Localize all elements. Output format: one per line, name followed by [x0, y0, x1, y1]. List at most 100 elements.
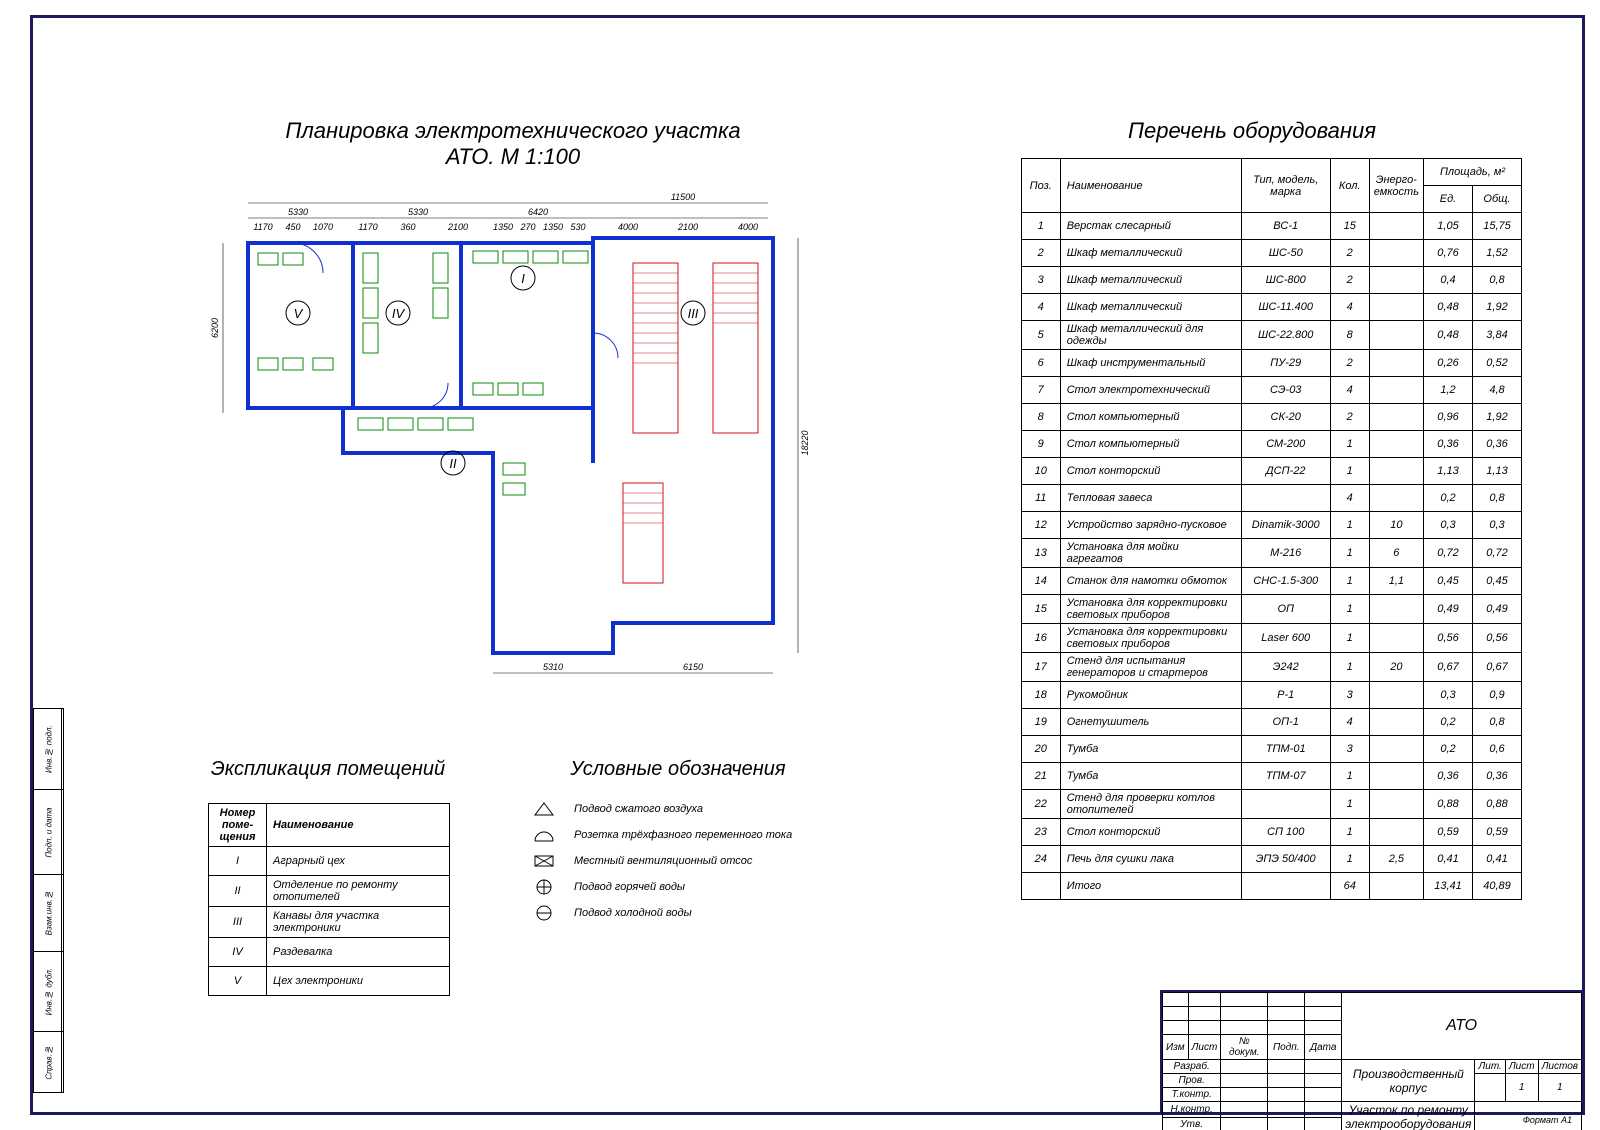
svg-text:V: V	[294, 306, 304, 321]
stamp-building: Производственный корпус	[1342, 1060, 1475, 1102]
col-power: Энерго-емкость	[1369, 159, 1423, 213]
equipment-row: 11Тепловая завеса40,20,8	[1021, 485, 1521, 512]
legend-text: Подвод сжатого воздуха	[574, 803, 703, 815]
legend-text: Подвод холодной воды	[574, 907, 692, 919]
side-cell: Подп. и дата	[34, 790, 64, 875]
equipment-row: 2Шкаф металлическийШС-5020,761,52	[1021, 240, 1521, 267]
room-row: VЦех электроники	[209, 967, 450, 996]
equipment-row: 8Стол компьютерныйСК-2020,961,92	[1021, 404, 1521, 431]
col-model: Тип, модель, марка	[1241, 159, 1330, 213]
crossbox-icon	[528, 852, 560, 870]
legend-text: Розетка трёхфазного переменного тока	[574, 829, 792, 841]
room-row: IIОтделение по ремонту отопителей	[209, 876, 450, 907]
svg-text:4000: 4000	[618, 222, 638, 232]
equipment-row: 23Стол конторскийСП 10010,590,59	[1021, 819, 1521, 846]
equipment-row: 13Установка для мойки агрегатовМ-216160,…	[1021, 539, 1521, 568]
svg-text:II: II	[449, 456, 457, 471]
svg-text:1170: 1170	[253, 222, 272, 232]
svg-text:2100: 2100	[677, 222, 698, 232]
equipment-row: 4Шкаф металлическийШС-11.40040,481,92	[1021, 294, 1521, 321]
svg-text:18220: 18220	[800, 430, 810, 455]
plan-title: Планировка электротехнического участка А…	[263, 118, 763, 170]
svg-text:360: 360	[400, 222, 415, 232]
triangle-icon	[528, 800, 560, 818]
equipment-row: 19ОгнетушительОП-140,20,8	[1021, 709, 1521, 736]
legend-text: Местный вентиляционный отсос	[574, 855, 752, 867]
floor-plan: 5330 5330 6420 11500 1170 450 1070 1170 …	[193, 183, 833, 683]
svg-text:270: 270	[519, 222, 535, 232]
room-row: IIIКанавы для участка электроники	[209, 907, 450, 938]
side-cell: Инв.№ подл.	[34, 709, 64, 790]
legend-row: Подвод холодной воды	[528, 900, 792, 926]
svg-text:11500: 11500	[671, 192, 695, 202]
equipment-total-row: Итого 64 13,41 40,89	[1021, 873, 1521, 900]
svg-text:450: 450	[285, 222, 300, 232]
rooms-table: Номер поме-щения Наименование IАграрный …	[208, 803, 450, 996]
side-cell: Взам.инв.№	[34, 874, 64, 951]
rooms-col-name: Наименование	[267, 804, 450, 847]
legend: Подвод сжатого воздуха Розетка трёхфазног…	[528, 796, 792, 926]
equipment-row: 20ТумбаТПМ-0130,20,6	[1021, 736, 1521, 763]
format-label: Формат А1	[1523, 1115, 1572, 1125]
circlecross-icon	[528, 878, 560, 896]
svg-text:4000: 4000	[738, 222, 758, 232]
room-row: IАграрный цех	[209, 847, 450, 876]
svg-text:IV: IV	[392, 306, 406, 321]
side-cell: Справ.№	[34, 1032, 64, 1093]
col-qty: Кол.	[1330, 159, 1369, 213]
svg-text:530: 530	[570, 222, 585, 232]
svg-text:6200: 6200	[210, 318, 220, 338]
legend-text: Подвод горячей воды	[574, 881, 685, 893]
svg-text:6420: 6420	[528, 207, 548, 217]
equipment-row: 18РукомойникР-130,30,9	[1021, 682, 1521, 709]
side-cell: Инв.№ дубл.	[34, 952, 64, 1032]
col-name: Наименование	[1060, 159, 1241, 213]
equipment-row: 15Установка для корректировки световых п…	[1021, 595, 1521, 624]
stamp-org: АТО	[1342, 993, 1582, 1060]
equipment-row: 10Стол конторскийДСП-2211,131,13	[1021, 458, 1521, 485]
svg-text:1070: 1070	[313, 222, 333, 232]
rooms-col-num: Номер поме-щения	[209, 804, 267, 847]
side-stamp: Инв.№ подл. Подп. и дата Взам.инв.№ Инв.…	[33, 708, 62, 1093]
circleline-icon	[528, 904, 560, 922]
svg-text:5330: 5330	[288, 207, 308, 217]
legend-row: Розетка трёхфазного переменного тока	[528, 822, 792, 848]
svg-text:5330: 5330	[408, 207, 428, 217]
equipment-row: 7Стол электротехническийСЭ-0341,24,8	[1021, 377, 1521, 404]
equipment-row: 1Верстак слесарныйВС-1151,0515,75	[1021, 213, 1521, 240]
legend-row: Подвод сжатого воздуха	[528, 796, 792, 822]
equipment-row: 14Станок для намотки обмотокСНС-1.5-3001…	[1021, 568, 1521, 595]
equipment-row: 22Стенд для проверки котлов отопителей10…	[1021, 790, 1521, 819]
rooms-title: Экспликация помещений	[203, 758, 453, 781]
legend-title: Условные обозначения	[553, 758, 803, 781]
equipment-row: 17Стенд для испытания генераторов и стар…	[1021, 653, 1521, 682]
legend-row: Местный вентиляционный отсос	[528, 848, 792, 874]
svg-text:5310: 5310	[543, 662, 563, 672]
equipment-row: 24Печь для сушки лакаЭПЭ 50/40012,50,410…	[1021, 846, 1521, 873]
equipment-row: 6Шкаф инструментальныйПУ-2920,260,52	[1021, 350, 1521, 377]
svg-text:6150: 6150	[683, 662, 703, 672]
halfcircle-icon	[528, 826, 560, 844]
svg-text:1170: 1170	[358, 222, 377, 232]
room-row: IVРаздевалка	[209, 938, 450, 967]
col-area: Площадь, м²	[1424, 159, 1522, 186]
col-area-unit: Ед.	[1424, 186, 1473, 213]
title-block: АТО Изм Лист № докум. Подп. Дата Разраб.…	[1160, 990, 1582, 1112]
col-area-total: Общ.	[1473, 186, 1522, 213]
svg-text:I: I	[521, 271, 525, 286]
svg-text:1350: 1350	[543, 222, 563, 232]
equipment-row: 16Установка для корректировки световых п…	[1021, 624, 1521, 653]
equipment-row: 12Устройство зарядно-пусковоеDinamik-300…	[1021, 512, 1521, 539]
equipment-row: 3Шкаф металлическийШС-80020,40,8	[1021, 267, 1521, 294]
svg-text:1350: 1350	[493, 222, 513, 232]
drawing-frame: Инв.№ подл. Подп. и дата Взам.инв.№ Инв.…	[30, 15, 1585, 1115]
svg-text:III: III	[688, 306, 699, 321]
stamp-sheet: Участок по ремонту электрооборудования	[1342, 1102, 1475, 1130]
equipment-row: 21ТумбаТПМ-0710,360,36	[1021, 763, 1521, 790]
col-pos: Поз.	[1021, 159, 1060, 213]
equipment-table: Поз. Наименование Тип, модель, марка Кол…	[1021, 158, 1522, 900]
equipment-row: 9Стол компьютерныйСМ-20010,360,36	[1021, 431, 1521, 458]
legend-row: Подвод горячей воды	[528, 874, 792, 900]
equipment-row: 5Шкаф металлический для одеждыШС-22.8008…	[1021, 321, 1521, 350]
equipment-title: Перечень оборудования	[1082, 118, 1422, 144]
